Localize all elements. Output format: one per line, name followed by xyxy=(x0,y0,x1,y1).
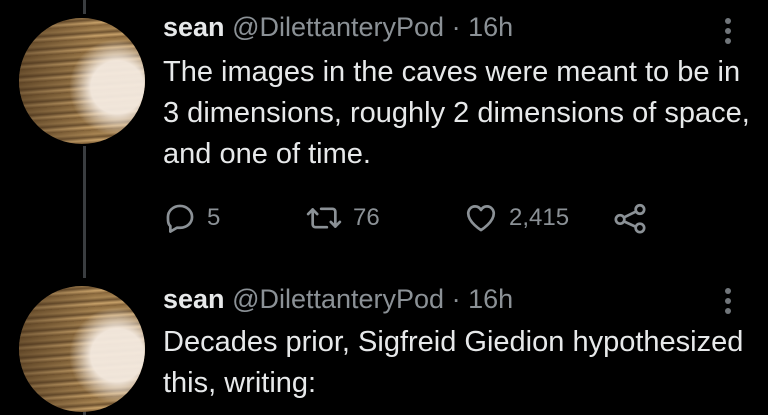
reply-count: 5 xyxy=(207,204,221,231)
separator-dot: · xyxy=(451,12,461,42)
tweet-header: sean @DilettanteryPod · 16h xyxy=(163,10,513,44)
tweet[interactable]: sean @DilettanteryPod · 16h The images i… xyxy=(0,0,768,268)
like-count: 2,415 xyxy=(509,204,570,231)
avatar[interactable] xyxy=(19,286,145,412)
reply-icon xyxy=(163,201,197,235)
display-name[interactable]: sean xyxy=(163,12,225,42)
avatar[interactable] xyxy=(19,18,145,144)
tweet-text: The images in the caves were meant to be… xyxy=(163,56,750,170)
timestamp[interactable]: 16h xyxy=(468,284,513,314)
more-options-button[interactable] xyxy=(718,288,738,318)
tweet-actions: 5 76 2,415 xyxy=(163,198,723,238)
user-handle[interactable]: @DilettanteryPod xyxy=(232,284,444,314)
tweet[interactable]: sean @DilettanteryPod · 16h Decades prio… xyxy=(0,268,768,415)
user-handle[interactable]: @DilettanteryPod xyxy=(232,12,444,42)
retweet-icon xyxy=(305,201,343,235)
like-button[interactable]: 2,415 xyxy=(463,198,569,238)
tweet-text: Decades prior, Sigfreid Giedion hypothes… xyxy=(163,326,744,399)
more-options-button[interactable] xyxy=(718,18,738,48)
avatar-image xyxy=(19,18,145,144)
share-button[interactable] xyxy=(612,198,648,238)
reply-button[interactable]: 5 xyxy=(163,198,220,238)
separator-dot: · xyxy=(451,284,461,314)
avatar-image xyxy=(19,286,145,412)
more-vertical-icon xyxy=(718,288,738,314)
share-icon xyxy=(612,201,648,235)
retweet-button[interactable]: 76 xyxy=(305,198,380,238)
heart-icon xyxy=(463,201,499,235)
display-name[interactable]: sean xyxy=(163,284,225,314)
tweet-header: sean @DilettanteryPod · 16h xyxy=(163,282,513,316)
more-vertical-icon xyxy=(718,18,738,44)
retweet-count: 76 xyxy=(353,204,380,231)
timestamp[interactable]: 16h xyxy=(468,12,513,42)
